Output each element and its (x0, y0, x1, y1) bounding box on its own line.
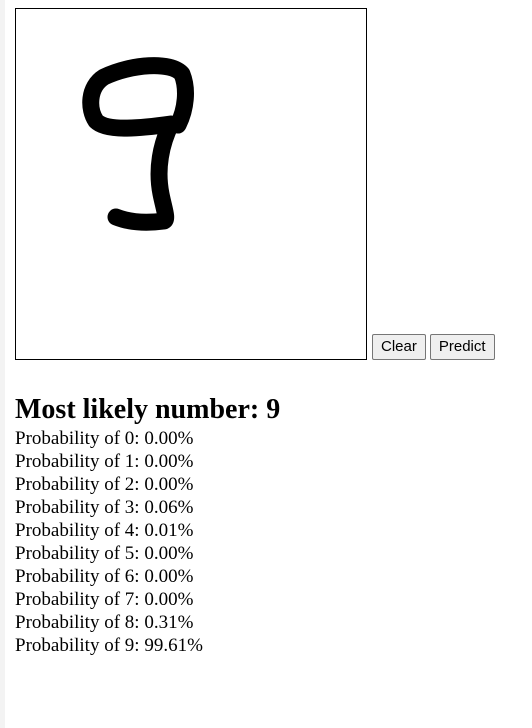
probability-label: Probability of 5: (15, 543, 145, 564)
handwritten-nine-stroke (82, 57, 194, 231)
probability-value: 0.00% (144, 589, 194, 610)
probability-value: 0.31% (144, 612, 194, 633)
clear-button[interactable]: Clear (372, 334, 426, 360)
page: Clear Predict Most likely number: 9 Prob… (5, 0, 532, 728)
probability-list: Probability of 0: 0.00% Probability of 1… (15, 427, 280, 657)
probability-item: Probability of 3: 0.06% (15, 496, 280, 519)
probability-item: Probability of 0: 0.00% (15, 427, 280, 450)
probability-item: Probability of 6: 0.00% (15, 565, 280, 588)
probability-label: Probability of 1: (15, 451, 145, 472)
probability-item: Probability of 1: 0.00% (15, 450, 280, 473)
probability-value: 0.00% (144, 451, 194, 472)
prediction-heading: Most likely number: 9 (15, 393, 280, 427)
probability-item: Probability of 2: 0.00% (15, 473, 280, 496)
probability-item: Probability of 8: 0.31% (15, 611, 280, 634)
canvas-row: Clear Predict (15, 8, 495, 360)
predict-button[interactable]: Predict (429, 334, 495, 360)
prediction-heading-prefix: Most likely number: (15, 394, 267, 425)
probability-item: Probability of 9: 99.61% (15, 634, 280, 657)
probability-value: 0.00% (144, 428, 194, 449)
probability-label: Probability of 7: (15, 589, 145, 610)
probability-item: Probability of 5: 0.00% (15, 542, 280, 565)
probability-item: Probability of 4: 0.01% (15, 519, 280, 542)
probability-label: Probability of 9: (15, 635, 145, 656)
probability-value: 0.01% (144, 520, 194, 541)
result-panel: Most likely number: 9 Probability of 0: … (15, 393, 280, 657)
probability-item: Probability of 7: 0.00% (15, 588, 280, 611)
probability-label: Probability of 3: (15, 497, 145, 518)
predicted-digit: 9 (266, 394, 281, 425)
probability-label: Probability of 0: (15, 428, 145, 449)
probability-label: Probability of 8: (15, 612, 145, 633)
probability-label: Probability of 6: (15, 566, 145, 587)
drawing-canvas[interactable] (15, 8, 367, 360)
probability-value: 0.00% (144, 543, 194, 564)
probability-value: 0.00% (144, 474, 194, 495)
probability-value: 0.06% (144, 497, 194, 518)
probability-value: 0.00% (144, 566, 194, 587)
probability-value: 99.61% (144, 635, 203, 656)
probability-label: Probability of 2: (15, 474, 145, 495)
probability-label: Probability of 4: (15, 520, 145, 541)
